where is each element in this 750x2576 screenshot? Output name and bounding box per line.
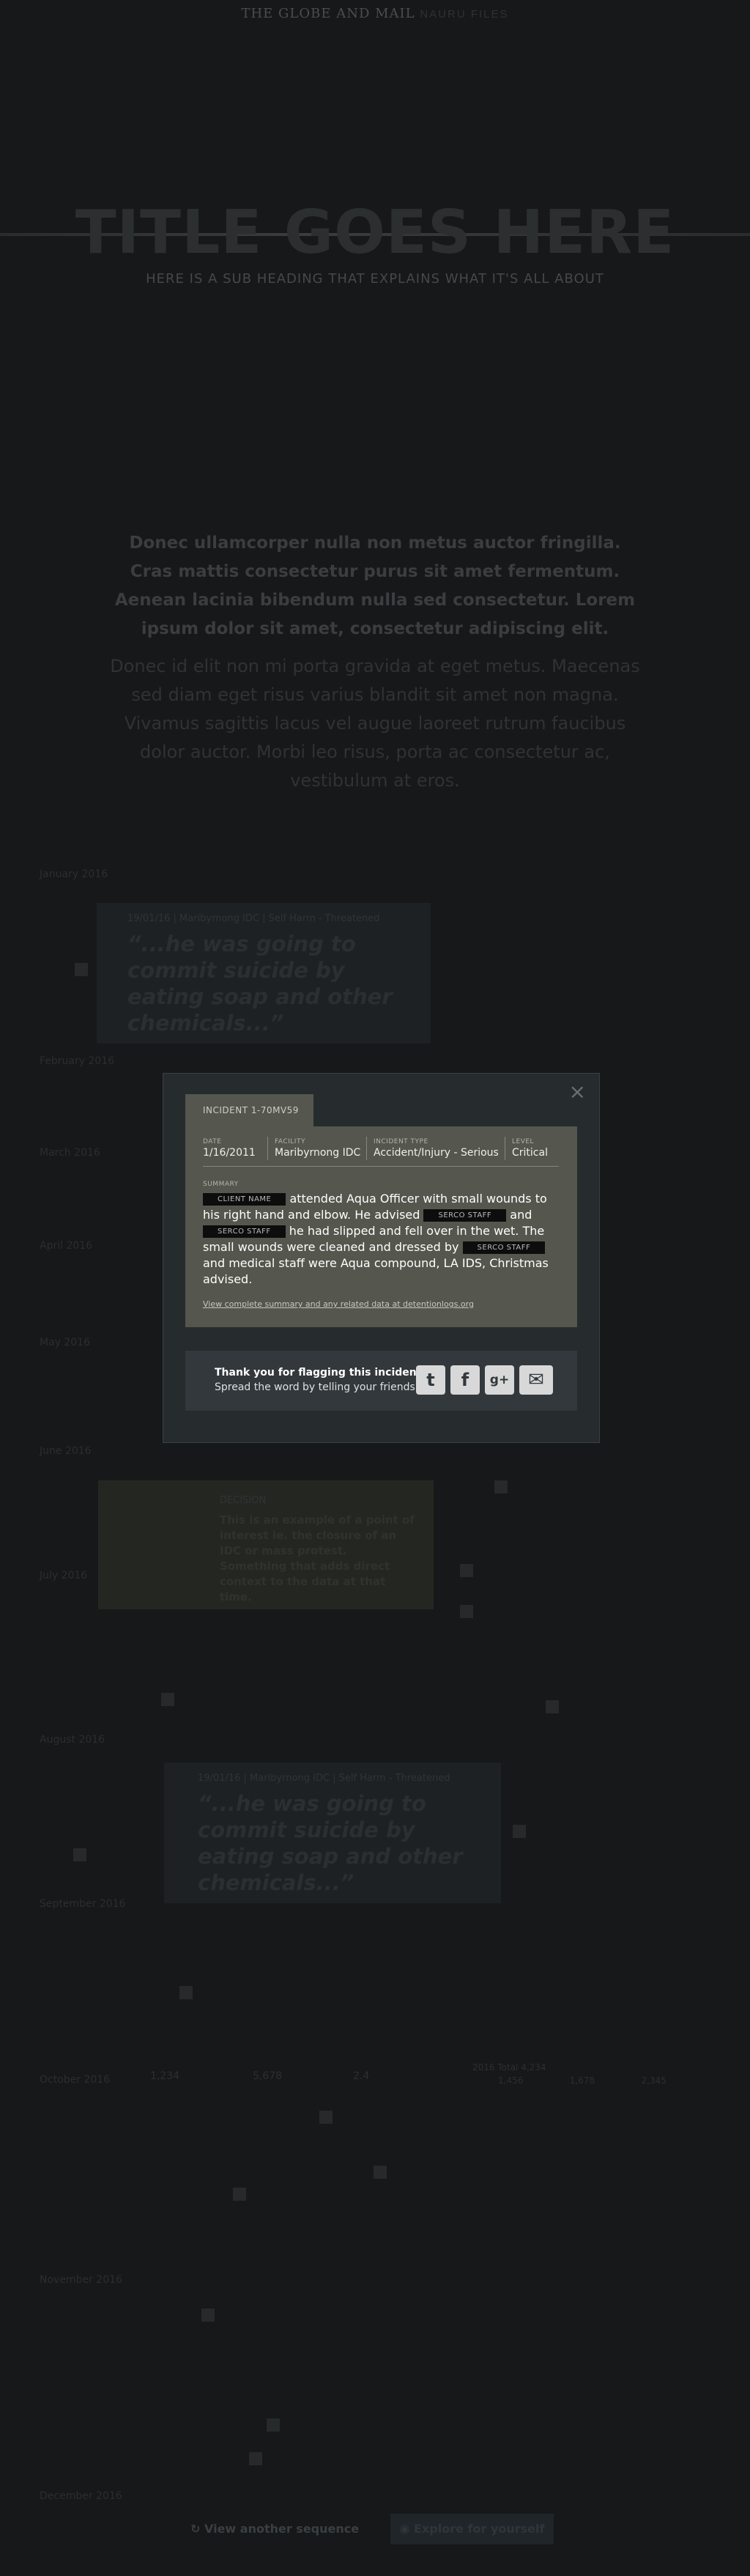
field-date-label: DATE: [203, 1138, 222, 1145]
incident-summary: CLIENT NAME attended Aqua Officer with s…: [203, 1191, 554, 1288]
stat-row-value: 1,678: [569, 2075, 595, 2086]
timeline-month: February 2016: [40, 1055, 115, 1067]
incident-card-meta: 19/01/16 | Maribyrnong IDC | Self Harm -…: [198, 1773, 450, 1784]
facebook-icon[interactable]: f: [450, 1365, 480, 1395]
redaction-serco-staff: SERCO STAFF: [462, 1241, 546, 1254]
incident-marker[interactable]: [460, 1564, 473, 1577]
field-date-value: 1/16/2011: [203, 1147, 256, 1159]
view-complete-summary-link[interactable]: View complete summary and any related da…: [203, 1299, 474, 1309]
timeline-month: August 2016: [40, 1734, 105, 1746]
incident-card[interactable]: 19/01/16 | Maribyrnong IDC | Self Harm -…: [164, 1763, 501, 1903]
field-level: LEVEL Critical: [512, 1138, 548, 1159]
field-level-value: Critical: [512, 1147, 548, 1159]
explore-button[interactable]: ◉ Explore for yourself: [390, 2514, 554, 2544]
incident-card-meta: 19/01/16 | Maribyrnong IDC | Self Harm -…: [127, 913, 380, 924]
field-incident-type-label: INCIDENT TYPE: [374, 1138, 428, 1145]
refresh-icon: ↻: [190, 2522, 201, 2536]
incident-modal: × INCIDENT 1-70MV59 DATE 1/16/2011 FACIL…: [163, 1073, 600, 1443]
redaction-serco-staff: SERCO STAFF: [423, 1209, 507, 1222]
page-title: TITLE GOES HERE: [75, 198, 675, 267]
stat-value: 1,234: [150, 2070, 180, 2082]
field-date: DATE 1/16/2011: [203, 1138, 256, 1159]
twitter-icon[interactable]: t: [416, 1365, 445, 1395]
incident-card-quote: “...he was going to commit suicide by ea…: [127, 931, 393, 1036]
field-level-label: LEVEL: [512, 1138, 535, 1145]
incident-detail-panel: DATE 1/16/2011 FACILITY Maribyrnong IDC …: [185, 1126, 577, 1327]
stat-row: 1,456 1,678 2,345: [498, 2075, 667, 2086]
masthead: THE GLOBE AND MAIL NAURU FILES: [0, 6, 750, 21]
timeline-month: July 2016: [40, 1570, 88, 1582]
stat-extra-value: 4,234: [521, 2062, 546, 2073]
timeline-month: September 2016: [40, 1898, 126, 1910]
timeline-month: March 2016: [40, 1147, 100, 1159]
timeline-month: November 2016: [40, 2274, 122, 2286]
incident-id-tab: INCIDENT 1-70MV59: [185, 1094, 313, 1127]
eye-icon: ◉: [399, 2522, 410, 2536]
incident-marker[interactable]: [249, 2452, 262, 2465]
field-separator: [267, 1137, 268, 1160]
incident-marker[interactable]: [494, 1480, 508, 1494]
timeline-month: October 2016: [40, 2074, 111, 2086]
incident-marker[interactable]: [201, 2309, 215, 2322]
intro-body: Donec id elit non mi porta gravida at eg…: [110, 656, 640, 791]
timeline-month: May 2016: [40, 1337, 91, 1348]
summary-text: and: [506, 1208, 532, 1222]
incident-marker[interactable]: [460, 1605, 473, 1618]
share-prompt: Spread the word by telling your friends:: [215, 1381, 419, 1393]
redaction-client-name: CLIENT NAME: [203, 1193, 286, 1206]
stat-extra-label: 2016 Total 4,234: [472, 2062, 546, 2073]
timeline-month: June 2016: [40, 1445, 92, 1457]
explore-label: Explore for yourself: [414, 2522, 545, 2536]
point-of-interest-card[interactable]: DECISION This is an example of a point o…: [98, 1480, 434, 1609]
incident-card-quote: “...he was going to commit suicide by ea…: [198, 1791, 463, 1895]
field-incident-type-value: Accident/Injury - Serious: [374, 1147, 499, 1159]
incident-marker[interactable]: [179, 1986, 193, 1999]
stat-extra-label-text: 2016 Total: [472, 2062, 519, 2073]
summary-label: SUMMARY: [203, 1181, 239, 1188]
poi-card-label: DECISION: [220, 1495, 267, 1506]
page-subheading: HERE IS A SUB HEADING THAT EXPLAINS WHAT…: [146, 271, 604, 287]
incident-marker[interactable]: [161, 1693, 174, 1706]
incident-marker[interactable]: [233, 2188, 246, 2201]
field-facility: FACILITY Maribyrnong IDC: [275, 1138, 360, 1159]
view-another-sequence-label: View another sequence: [204, 2522, 360, 2536]
incident-marker[interactable]: [374, 2166, 387, 2179]
close-icon[interactable]: ×: [569, 1080, 586, 1104]
stat-value: 2.4: [353, 2070, 370, 2082]
incident-marker[interactable]: [546, 1700, 559, 1713]
field-facility-value: Maribyrnong IDC: [275, 1147, 361, 1159]
redaction-serco-staff: SERCO STAFF: [203, 1225, 286, 1238]
incident-marker[interactable]: [267, 2418, 280, 2432]
share-thanks: Thank you for flagging this incident.: [215, 1367, 426, 1379]
google-plus-icon[interactable]: g+: [485, 1365, 514, 1395]
incident-marker[interactable]: [319, 2111, 333, 2124]
stat-row-value: 2,345: [641, 2075, 667, 2086]
field-facility-label: FACILITY: [275, 1138, 305, 1145]
incident-card[interactable]: 19/01/16 | Maribyrnong IDC | Self Harm -…: [97, 903, 431, 1044]
incident-marker[interactable]: [75, 963, 88, 976]
incident-marker[interactable]: [513, 1825, 526, 1838]
divider: [203, 1166, 559, 1167]
intro-lede: Donec ullamcorper nulla non metus auctor…: [114, 534, 636, 638]
view-another-sequence-button[interactable]: ↻ View another sequence: [190, 2522, 359, 2536]
poi-card-text: This is an example of a point of interes…: [220, 1513, 415, 1603]
timeline-month: January 2016: [40, 868, 108, 880]
masthead-section: NAURU FILES: [420, 8, 509, 21]
share-panel: Thank you for flagging this incident. Sp…: [185, 1351, 577, 1411]
stat-value: 5,678: [253, 2070, 283, 2082]
incident-marker[interactable]: [73, 1848, 86, 1861]
timeline-month: April 2016: [40, 1240, 93, 1252]
field-incident-type: INCIDENT TYPE Accident/Injury - Serious: [374, 1138, 499, 1159]
email-icon[interactable]: ✉: [519, 1365, 553, 1395]
stat-row-value: 1,456: [498, 2075, 524, 2086]
field-separator: [366, 1137, 367, 1160]
summary-text: and medical staff were Aqua compound, LA…: [203, 1256, 549, 1286]
masthead-title: THE GLOBE AND MAIL: [241, 6, 415, 21]
timeline-month: December 2016: [40, 2490, 122, 2502]
